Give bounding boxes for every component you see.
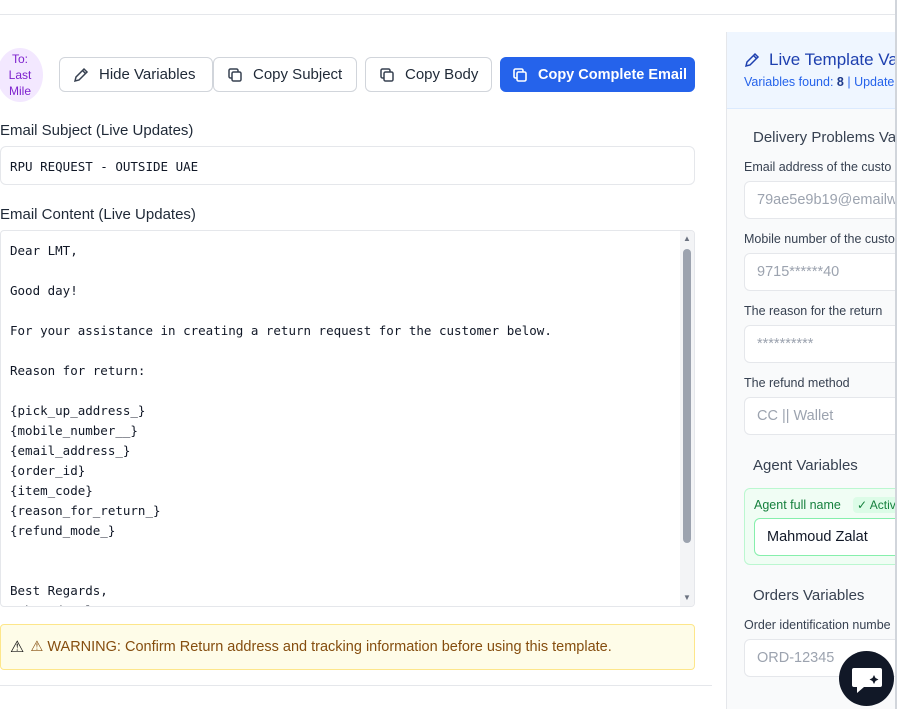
email-body-text: Dear LMT, Good day! For your assistance … (10, 243, 552, 606)
copy-subject-label: Copy Subject (253, 66, 343, 83)
reason-field-label: The reason for the return (744, 304, 883, 318)
hide-variables-label: Hide Variables (99, 66, 196, 83)
subject-field[interactable]: RPU REQUEST - OUTSIDE UAE (0, 146, 695, 185)
scroll-up-icon[interactable]: ▲ (683, 235, 691, 243)
section-agent-variables: Agent Variables (753, 457, 858, 474)
mobile-field-label: Mobile number of the custo (744, 232, 895, 246)
refund-field-label: The refund method (744, 376, 850, 390)
scroll-down-icon[interactable]: ▼ (683, 594, 691, 602)
variables-found-count: 8 (836, 75, 844, 89)
scroll-thumb[interactable] (683, 249, 691, 543)
section-delivery-problems: Delivery Problems Var (753, 129, 897, 146)
agent-name-card: Agent full name ✓ Activ Mahmoud Zalat (744, 488, 897, 565)
email-variable-input[interactable]: 79ae5e9b19@emailw (744, 181, 897, 219)
update-hint: | Update (847, 75, 895, 89)
email-editor: To: Last Mile Hide Variables Copy Subjec… (0, 15, 712, 709)
panel-title-text: Live Template Va (769, 50, 897, 69)
copy-body-label: Copy Body (405, 66, 479, 83)
warning-banner: ⚠ ⚠ WARNING: Confirm Return address and … (0, 624, 695, 670)
reason-variable-input[interactable]: ********** (744, 325, 897, 363)
warning-icon: ⚠ (10, 639, 25, 656)
content-label: Email Content (Live Updates) (0, 206, 196, 223)
variables-found: Variables found: 8 | Update (744, 75, 894, 89)
divider (0, 685, 712, 686)
active-badge: ✓ Activ (853, 497, 897, 513)
warning-text: ⚠ WARNING: Confirm Return address and tr… (30, 639, 612, 655)
refund-variable-input[interactable]: CC || Wallet (744, 397, 897, 435)
agent-name-label: Agent full name (754, 498, 841, 512)
order-field-label: Order identification numbe (744, 618, 891, 632)
copy-body-button[interactable]: Copy Body (365, 57, 492, 92)
chat-icon (851, 667, 882, 693)
copy-subject-button[interactable]: Copy Subject (213, 57, 357, 92)
email-field-label: Email address of the custo (744, 160, 892, 174)
copy-icon (380, 67, 394, 82)
pencil-icon (73, 67, 89, 82)
recipient-badge-line3: Mile (8, 84, 31, 98)
mobile-variable-input[interactable]: 9715******40 (744, 253, 897, 291)
variables-found-label: Variables found: (744, 75, 834, 89)
panel-title: Live Template Va (744, 50, 897, 70)
section-orders-variables: Orders Variables (753, 587, 865, 604)
variables-panel-header: Live Template Va Variables found: 8 | Up… (727, 32, 897, 109)
subject-label: Email Subject (Live Updates) (0, 122, 194, 139)
recipient-badge: To: Last Mile (0, 48, 43, 102)
copy-icon (228, 67, 242, 82)
recipient-badge-line2: Last (8, 68, 32, 82)
copy-complete-email-label: Copy Complete Email (538, 66, 688, 83)
top-bar (0, 0, 897, 15)
recipient-badge-line1: To: (11, 52, 28, 66)
agent-name-input[interactable]: Mahmoud Zalat (754, 518, 897, 556)
copy-icon (513, 67, 527, 82)
hide-variables-button[interactable]: Hide Variables (59, 57, 213, 92)
chat-button[interactable] (839, 651, 894, 706)
body-scrollbar[interactable]: ▲ ▼ (680, 231, 694, 606)
email-body-textarea[interactable]: Dear LMT, Good day! For your assistance … (0, 230, 695, 607)
pencil-icon (744, 52, 760, 68)
copy-complete-email-button[interactable]: Copy Complete Email (500, 57, 695, 92)
variables-panel: Live Template Va Variables found: 8 | Up… (726, 32, 897, 709)
